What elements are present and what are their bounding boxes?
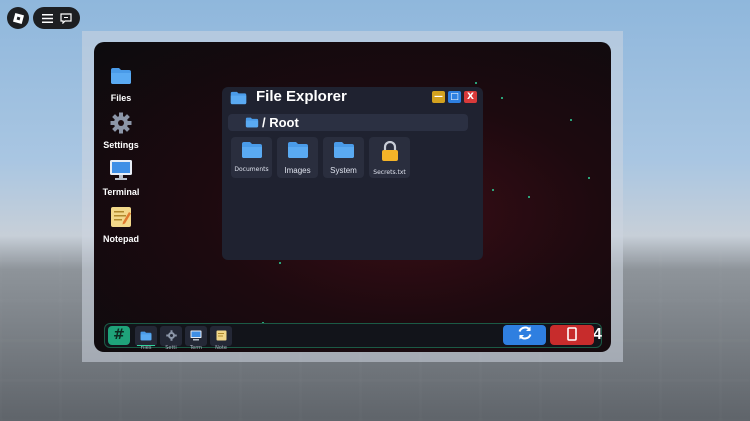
phone-icon [567,326,577,345]
roblox-logo-button[interactable] [7,7,29,29]
taskbar-item-settings[interactable]: Setti [160,326,182,351]
notepad-icon [106,202,136,232]
desktop-icon-notepad[interactable]: Notepad [93,202,149,244]
file-explorer-window: File Explorer — □ X / Root Documents Ima… [222,87,483,260]
refresh-icon [517,325,533,345]
file-name: System [330,166,357,175]
desktop-icon-files[interactable]: Files [93,61,149,103]
roblox-logo-icon [12,12,24,24]
desktop-icon-label: Settings [103,140,139,150]
taskbar-item-label: Setti [165,345,177,351]
folder-icon [230,90,247,109]
desktop-icon-label: Files [110,93,132,103]
taskbar-item-files[interactable]: Files [135,326,157,351]
sync-button[interactable] [503,325,546,345]
path-bar[interactable]: / Root [228,114,468,131]
close-button[interactable]: X [464,91,477,103]
file-item-documents[interactable]: Documents [231,137,272,178]
power-button[interactable] [550,325,594,345]
desktop-icon-settings[interactable]: Settings [93,108,149,150]
file-name: Images [284,166,311,175]
path-text: / Root [262,115,299,130]
desktop-icon-label: Notepad [103,234,139,244]
folder-icon [241,141,263,163]
monitor-icon [190,326,202,345]
folder-icon [140,326,152,345]
file-item-images[interactable]: Images [277,137,318,178]
taskbar-item-notepad[interactable]: Note [210,326,232,351]
window-title: File Explorer [256,88,347,105]
star-dot [501,97,503,99]
minimize-button[interactable]: — [432,91,445,103]
gear-icon [106,108,136,138]
notepad-icon [216,326,227,345]
folder-icon [333,141,355,163]
taskbar-item-terminal[interactable]: Term [185,326,207,351]
star-dot [492,189,494,191]
folder-icon [245,113,259,132]
folder-icon [287,141,309,163]
folder-icon [106,61,136,91]
star-dot [570,119,572,121]
monitor-icon [106,155,136,185]
file-item-secrets[interactable]: Secrets.txt [369,137,410,178]
file-name: Secrets.txt [373,169,406,176]
star-dot [475,82,477,84]
roblox-menu-pill [33,7,80,29]
taskbar-item-label: Term [189,345,203,351]
maximize-button[interactable]: □ [448,91,461,103]
active-indicator [137,345,155,346]
start-button[interactable]: # [108,326,130,345]
taskbar-item-label: Note [215,345,227,351]
star-dot [528,196,530,198]
chat-icon[interactable] [59,11,73,25]
hamburger-menu-icon[interactable] [40,11,54,25]
file-name: Documents [234,166,269,173]
gear-icon [165,326,177,345]
desktop-icon-terminal[interactable]: Terminal [93,155,149,197]
lock-icon [381,140,399,166]
star-dot [588,177,590,179]
file-item-system[interactable]: System [323,137,364,178]
desktop-icon-label: Terminal [102,187,140,197]
star-dot [279,262,281,264]
